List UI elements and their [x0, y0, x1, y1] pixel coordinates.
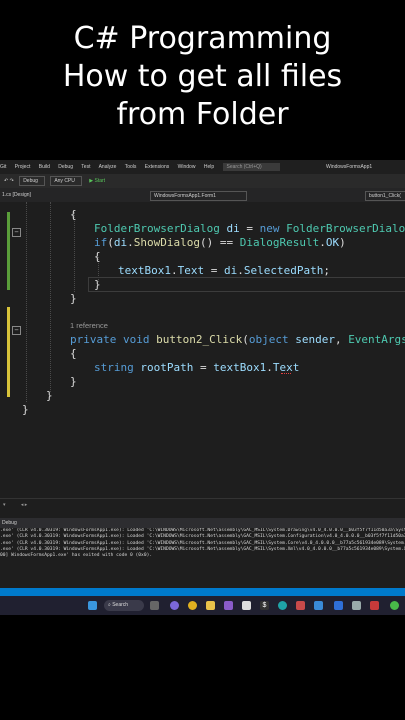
task-view-icon[interactable] [150, 601, 159, 610]
editor-status-bar: ▾ ◂ ▸ [0, 498, 405, 511]
code-line: } [70, 292, 77, 305]
menu-debug[interactable]: Debug [58, 164, 73, 170]
taskbar-search-label: Search [112, 602, 129, 608]
menu-build[interactable]: Build [39, 164, 50, 170]
file-explorer-icon[interactable] [206, 601, 215, 610]
menu-git[interactable]: Git [0, 164, 6, 170]
tab-form-design[interactable]: 1.cs [Design] [2, 188, 31, 202]
platform-dropdown[interactable]: Any CPU [50, 175, 82, 186]
solution-name: WindowsFormsApp1 [326, 164, 373, 170]
chat-icon[interactable] [170, 601, 179, 610]
code-line: if(di.ShowDialog() == DialogResult.OK) [94, 236, 346, 249]
class-navigation-dropdown[interactable]: WindowsFormsApp1.Form1 [150, 191, 247, 201]
code-line: } [94, 278, 101, 291]
menu-project[interactable]: Project [15, 164, 31, 170]
mail-icon[interactable] [352, 601, 361, 610]
indent-guide [26, 202, 27, 402]
code-line: } [22, 403, 29, 416]
code-line: { [70, 347, 77, 360]
code-line: } [46, 389, 53, 402]
app-icon[interactable] [370, 601, 379, 610]
terminal-icon[interactable]: $ [260, 601, 269, 610]
windows-start-icon[interactable] [88, 601, 97, 610]
menu-bar: Git Project Build Debug Test Analyze Too… [0, 160, 405, 174]
taskbar-search[interactable]: ⌕ Search [104, 600, 144, 611]
start-button[interactable]: ▶ Start [89, 178, 105, 184]
dropbox-icon[interactable] [334, 601, 343, 610]
code-line: private void button2_Click(object sender… [70, 333, 405, 346]
menu-window[interactable]: Window [178, 164, 196, 170]
collapse-toggle[interactable]: − [12, 326, 21, 335]
code-line: textBox1.Text = di.SelectedPath; [118, 264, 330, 277]
error-squiggle [281, 370, 291, 374]
menu-analyze[interactable]: Analyze [99, 164, 117, 170]
zoom-level-icon[interactable]: ▾ [3, 502, 6, 508]
visual-studio-window: Git Project Build Debug Test Analyze Too… [0, 160, 405, 615]
output-line: .exe' (CLR v4.0.30319: WindowsFormsApp1.… [0, 534, 405, 540]
undo-icon[interactable]: ↶ [4, 178, 8, 184]
settings-icon[interactable] [314, 601, 323, 610]
current-line-highlight [88, 277, 405, 292]
store-icon[interactable] [242, 601, 251, 610]
search-input[interactable]: Search (Ctrl+Q) [222, 162, 280, 171]
code-line: { [94, 250, 101, 263]
menu-test[interactable]: Test [81, 164, 90, 170]
panel-spacer [0, 576, 405, 588]
code-line: { [70, 208, 77, 221]
output-panel[interactable]: .exe' (CLR v4.0.30319: WindowsFormsApp1.… [0, 528, 405, 576]
output-panel-title: Debug [0, 518, 405, 528]
reference-count-link[interactable]: 1 reference [70, 321, 108, 330]
windows-taskbar: ⌕ Search $ [0, 596, 405, 615]
menu-extensions[interactable]: Extensions [145, 164, 169, 170]
member-navigation-dropdown[interactable]: button1_Click( [365, 191, 405, 201]
issues-icon[interactable]: ◂ ▸ [21, 502, 27, 508]
code-line: } [70, 375, 77, 388]
collapse-toggle[interactable]: − [12, 228, 21, 237]
menu-tools[interactable]: Tools [125, 164, 137, 170]
output-line: 00] WindowsFormsApp1.exe' has exited wit… [0, 553, 153, 559]
tab-row: 1.cs [Design] WindowsFormsApp1.Form1 but… [0, 188, 405, 202]
indent-guide [74, 212, 75, 292]
app-icon[interactable] [390, 601, 399, 610]
visual-studio-icon[interactable] [224, 601, 233, 610]
code-line: FolderBrowserDialog di = new FolderBrows… [94, 222, 405, 235]
code-editor[interactable]: − − { FolderBrowserDialog di = new Folde… [0, 202, 405, 502]
edge-icon[interactable] [278, 601, 287, 610]
redo-icon[interactable]: ↷ [10, 178, 14, 184]
code-line: string rootPath = textBox1.Text [94, 361, 300, 374]
photos-icon[interactable] [296, 601, 305, 610]
config-dropdown[interactable]: Debug [19, 175, 45, 186]
title-line-2: How to get all files [62, 59, 343, 94]
video-title: C# Programming How to get all files from… [0, 20, 405, 134]
title-line-1: C# Programming [73, 21, 332, 56]
title-line-3: from Folder [116, 97, 289, 132]
output-line: .exe' (CLR v4.0.30319: WindowsFormsApp1.… [0, 540, 405, 546]
indent-guide [50, 202, 51, 392]
menu-help[interactable]: Help [204, 164, 214, 170]
chrome-icon[interactable] [188, 601, 197, 610]
toolbar: ↶ ↷ Debug Any CPU ▶ Start [0, 174, 405, 188]
